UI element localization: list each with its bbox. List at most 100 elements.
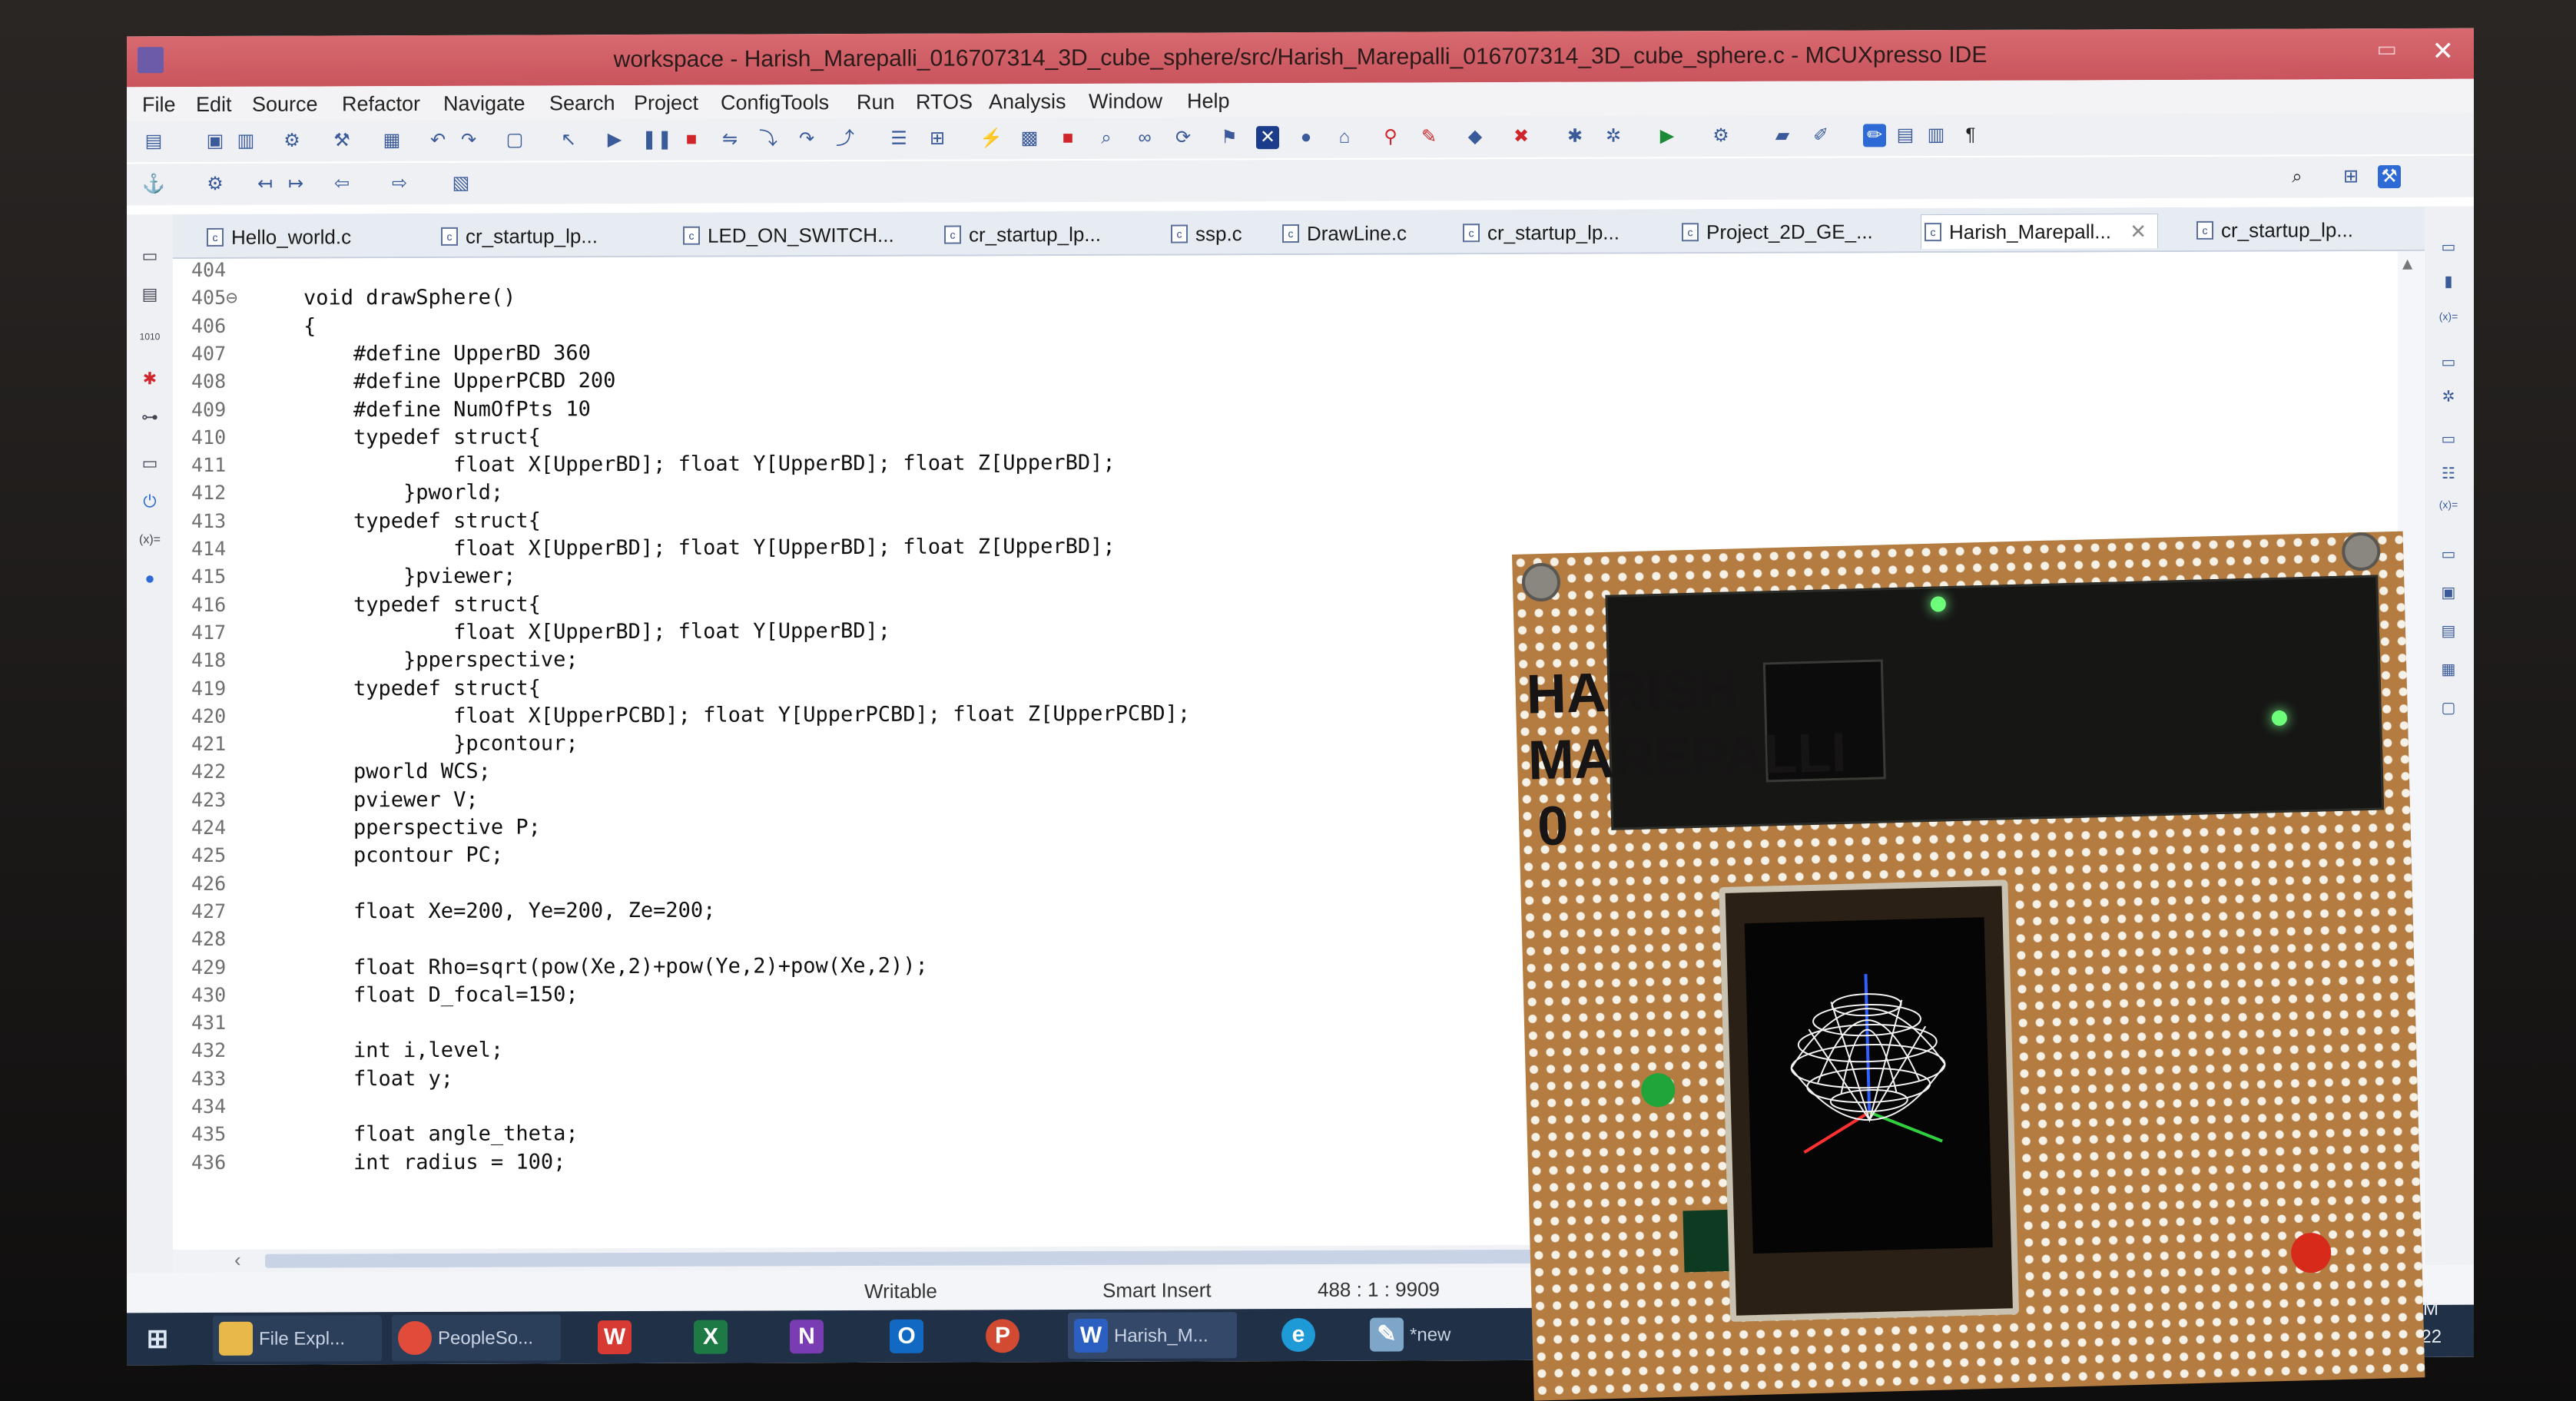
minimize-view-icon[interactable]: ▭ (139, 245, 161, 267)
taskbar-item-excel[interactable]: X (688, 1314, 741, 1360)
delete-icon[interactable]: ✖ (1510, 125, 1533, 148)
restore-icon[interactable]: ▭ (2438, 353, 2458, 373)
taskbar-item-onenote[interactable]: N (784, 1313, 837, 1360)
console-icon[interactable]: ▢ (503, 129, 526, 152)
save-all-icon[interactable]: ▥ (234, 130, 257, 153)
taskbar-item-powerpoint[interactable]: P (980, 1313, 1033, 1359)
disconnect-icon[interactable]: ⇋ (718, 128, 741, 151)
tab-hello-world[interactable]: c Hello_world.c (204, 220, 351, 254)
debug-bug-icon[interactable]: ✱ (139, 368, 161, 389)
code-line[interactable]: void drawSphere() (303, 286, 516, 310)
tab-project-2d[interactable]: c Project_2D_GE_... (1679, 214, 1873, 249)
taskbar-item-file-explorer[interactable]: File Expl... (213, 1315, 382, 1362)
menu-rtos[interactable]: RTOS (916, 90, 973, 114)
minimize-view-icon[interactable]: ▭ (2438, 237, 2458, 257)
code-line[interactable]: float Xe=200, Ye=200, Ze=200; (303, 899, 715, 924)
home-icon[interactable]: ⌂ (1333, 126, 1356, 149)
code-line[interactable]: float X[UpperBD]; float Y[UpperBD]; floa… (303, 451, 1116, 478)
code-line[interactable]: float X[UpperBD]; float Y[UpperBD]; floa… (303, 535, 1116, 561)
tab-drawline[interactable]: c DrawLine.c (1279, 217, 1407, 251)
restore-icon[interactable]: ▭ (2438, 545, 2458, 565)
memory-icon[interactable]: ▦ (380, 129, 403, 152)
tab-harish-marepalli[interactable]: c Harish_Marepall... ✕ (1921, 214, 2158, 250)
outline-icon[interactable]: ▮ (2438, 272, 2458, 292)
memory-view-icon[interactable]: ▣ (2438, 583, 2458, 603)
taskbar-item-wps[interactable]: W (592, 1314, 645, 1360)
code-line[interactable]: }pviewer; (303, 565, 516, 589)
menu-help[interactable]: Help (1187, 89, 1230, 113)
debug-target-icon[interactable]: ⚑ (1218, 126, 1241, 149)
bug-icon[interactable]: ✱ (1563, 125, 1586, 148)
stop-debug-icon[interactable]: ■ (1056, 127, 1079, 150)
variables-icon[interactable]: (x)= (2438, 310, 2458, 330)
brush-icon[interactable]: ✐ (1809, 124, 1832, 147)
undo-icon[interactable]: ↶ (426, 129, 449, 152)
new-icon[interactable]: ▤ (142, 130, 165, 153)
menu-navigate[interactable]: Navigate (443, 92, 525, 116)
project-explorer-icon[interactable]: ▤ (139, 283, 161, 305)
code-line[interactable]: pviewer V; (303, 787, 479, 812)
breakpoints-icon[interactable]: ● (139, 568, 161, 589)
external-tools-icon[interactable]: ⚙ (1709, 124, 1732, 147)
hammer-icon[interactable]: ⚒ (330, 129, 353, 152)
marker-icon[interactable]: ✎ (1417, 125, 1441, 148)
tab-cr-startup-1[interactable]: c cr_startup_lp... (438, 219, 598, 253)
layers-icon[interactable]: ◆ (1464, 125, 1487, 148)
perspective-icon[interactable]: ▧ (449, 172, 472, 195)
taskbar-item-outlook[interactable]: O (884, 1313, 937, 1360)
binary-icon[interactable]: 1010 (139, 326, 161, 347)
code-line[interactable]: #define UpperBD 360 (303, 341, 591, 366)
develop-perspective-icon[interactable]: ⚒ (2378, 164, 2401, 189)
peripherals-icon[interactable]: ✲ (2438, 387, 2458, 407)
cursor-icon[interactable]: ↖ (557, 128, 580, 151)
flash-icon[interactable]: ⚡ (980, 127, 1003, 150)
search-icon[interactable]: ⌕ (2286, 165, 2309, 188)
menu-edit[interactable]: Edit (196, 93, 232, 117)
code-line[interactable]: }pcontour; (303, 731, 579, 756)
code-line[interactable]: #define UpperPCBD 200 (303, 369, 615, 393)
tab-cr-startup-2[interactable]: c cr_startup_lp... (941, 217, 1101, 252)
taskbar-item-chrome[interactable]: PeopleSo... (392, 1314, 561, 1362)
start-button[interactable]: ⊞ (134, 1316, 188, 1362)
suspend-icon[interactable]: ❚❚ (642, 128, 672, 151)
circle-icon[interactable]: ● (1295, 126, 1318, 149)
chip-icon[interactable]: ▩ (1018, 127, 1041, 150)
code-line[interactable]: }pperspective; (303, 648, 579, 672)
search-code-icon[interactable]: ⌕ (1095, 127, 1118, 150)
page-icon[interactable]: ▤ (1894, 124, 1917, 147)
menu-configtools[interactable]: ConfigTools (721, 91, 829, 114)
menu-refactor[interactable]: Refactor (342, 92, 420, 116)
terminal-view-icon[interactable]: ▢ (2438, 698, 2458, 718)
variables-icon[interactable]: (x)= (139, 529, 161, 551)
console-view-icon[interactable]: ▤ (2438, 621, 2458, 641)
code-line[interactable]: pworld WCS; (303, 760, 491, 784)
step-return-icon[interactable]: ⤴ (834, 128, 857, 151)
redo-icon[interactable]: ↷ (457, 129, 480, 152)
resume-icon[interactable]: ▶ (603, 128, 626, 151)
back-history-icon[interactable]: ↤ (254, 173, 277, 196)
tab-ssp[interactable]: c ssp.c (1168, 217, 1242, 250)
code-line[interactable]: float X[UpperPCBD]; float Y[UpperPCBD]; … (303, 701, 1190, 728)
tab-led-on-switch[interactable]: c LED_ON_SWITCH... (680, 218, 894, 253)
menu-window[interactable]: Window (1089, 90, 1162, 114)
step-into-icon[interactable]: ⤵ (757, 128, 780, 151)
code-line[interactable]: typedef struct{ (303, 592, 541, 617)
filter-icon[interactable]: ⊞ (926, 128, 949, 151)
code-line[interactable]: }pworld; (303, 481, 503, 505)
gear-icon[interactable]: ⚙ (204, 173, 227, 196)
menu-source[interactable]: Source (252, 92, 318, 116)
refresh-icon[interactable]: ⟳ (1172, 126, 1195, 149)
tab-close-icon[interactable]: ✕ (2130, 214, 2147, 248)
highlight-icon[interactable]: ✏ (1863, 124, 1886, 147)
scroll-up-arrow-icon[interactable]: ▲ (2402, 254, 2412, 273)
code-line[interactable]: #define NumOfPts 10 (303, 397, 591, 422)
forward-arrow-icon[interactable]: ⇨ (388, 172, 411, 195)
scroll-left-arrow-icon[interactable]: ‹ (234, 1248, 241, 1272)
save-icon[interactable]: ▣ (204, 130, 227, 153)
pin-icon[interactable]: ⚲ (1379, 126, 1402, 149)
restore-icon[interactable]: ▭ (2438, 429, 2458, 449)
debug-config-icon[interactable]: ✲ (1602, 125, 1625, 148)
scroll-thumb[interactable] (265, 1249, 1725, 1268)
code-line[interactable]: typedef struct{ (303, 676, 541, 700)
code-line[interactable]: { (303, 314, 316, 338)
